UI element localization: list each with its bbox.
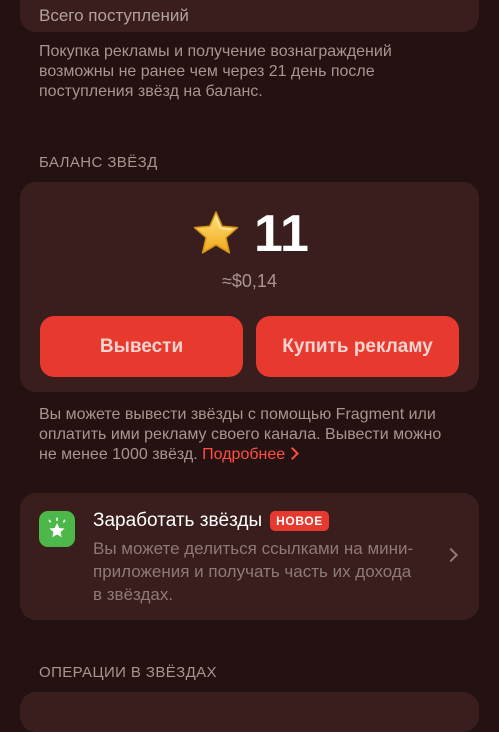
withdraw-button[interactable]: Вывести <box>40 316 243 377</box>
withdraw-info-note: Вы можете вывести звёзды с помощью Fragm… <box>39 405 459 465</box>
earn-stars-description: Вы можете делиться ссылками на мини-прил… <box>93 539 414 604</box>
total-income-card: Всего поступлений <box>20 0 479 32</box>
more-link-label[interactable]: Подробнее <box>202 446 285 463</box>
star-sparkle-icon <box>48 517 66 538</box>
balance-amount: 11 <box>254 205 309 263</box>
operations-section-title: ОПЕРАЦИИ В ЗВЁЗДАХ <box>39 664 217 681</box>
balance-usd-equivalent: ≈$0,14 <box>222 271 277 291</box>
operations-card <box>20 692 479 732</box>
chevron-right-icon <box>286 447 300 460</box>
buy-ads-button[interactable]: Купить рекламу <box>256 316 459 377</box>
chevron-right-icon <box>443 547 459 563</box>
more-link[interactable]: Подробнее <box>202 446 300 463</box>
star-icon <box>193 211 239 254</box>
balance-row: 11 <box>20 204 479 264</box>
total-income-label: Всего поступлений <box>39 6 189 25</box>
earn-title-row: Заработать звёзды НОВОЕ <box>93 509 329 533</box>
earn-stars-card[interactable]: Заработать звёзды НОВОЕ Вы можете делить… <box>20 493 479 620</box>
new-badge: НОВОЕ <box>270 511 329 531</box>
withdraw-delay-note: Покупка рекламы и получение вознагражден… <box>39 43 392 100</box>
earn-stars-title: Заработать звёзды <box>93 510 263 531</box>
balance-section-title: БАЛАНС ЗВЁЗД <box>39 154 158 171</box>
balance-card: 11 ≈$0,14 Вывести Купить рекламу <box>20 182 479 392</box>
earn-stars-icon <box>39 511 75 547</box>
